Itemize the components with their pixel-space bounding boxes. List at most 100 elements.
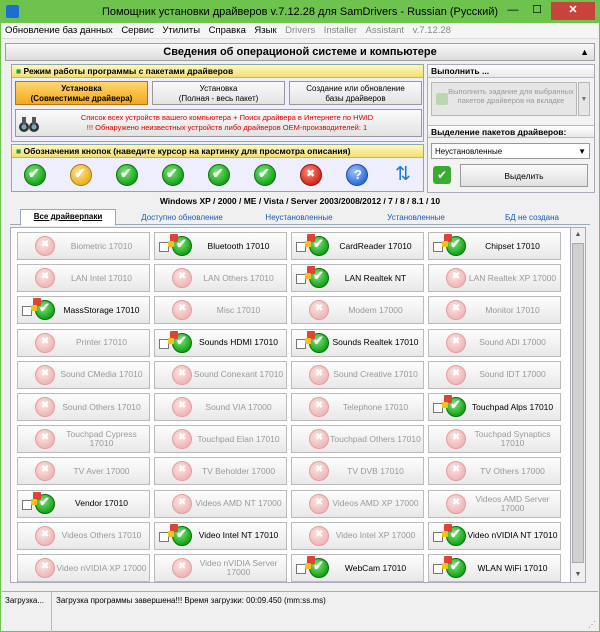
driver-pack-item[interactable]: Monitor 17010 (428, 296, 561, 325)
driver-pack-item[interactable]: LAN Others 17010 (154, 264, 287, 293)
device-list-text: Список всех устройств вашего компьютера … (80, 113, 374, 122)
title-bar[interactable]: Помощник установки драйверов v.7.12.28 д… (1, 1, 599, 23)
driver-pack-item[interactable]: Sound VIA 17000 (154, 393, 287, 421)
collapse-icon[interactable]: ▲ (580, 44, 589, 61)
install-compatible-button[interactable]: Установка (Совместимые драйвера) (15, 81, 148, 105)
driver-pack-item[interactable]: LAN Realtek XP 17000 (428, 264, 561, 293)
tab-not-installed[interactable]: Неустановленные (243, 210, 355, 225)
not-installed-x-icon (172, 300, 192, 321)
driver-pack-item[interactable]: Sound Others 17010 (17, 393, 150, 421)
driver-pack-item[interactable]: Sound Creative 17010 (291, 360, 424, 389)
driver-pack-item[interactable]: Vendor 17010 (17, 489, 150, 518)
driver-pack-item[interactable]: Sounds Realtek 17010 (291, 328, 424, 357)
tab-no-db[interactable]: БД не создана (477, 210, 587, 225)
driver-pack-item[interactable]: Sound ADI 17000 (428, 328, 561, 357)
scroll-up-icon[interactable]: ▲ (571, 228, 585, 242)
update-star-icon (168, 530, 174, 537)
scroll-thumb[interactable] (572, 243, 584, 563)
driver-pack-item[interactable]: Misc 17010 (154, 296, 287, 325)
driver-pack-label: Printer 17010 (75, 337, 128, 348)
driver-pack-item[interactable]: Printer 17010 (17, 328, 150, 357)
driver-pack-item[interactable]: Telephone 17010 (291, 393, 424, 421)
device-list-button[interactable]: Список всех устройств вашего компьютера … (15, 109, 422, 137)
driver-pack-item[interactable]: Sound Conexant 17010 (154, 360, 287, 389)
menu-utilities[interactable]: Утилиты (159, 23, 203, 36)
not-installed-x-icon (446, 268, 466, 289)
driver-pack-label: Touchpad Elan 17010 (197, 433, 280, 444)
driver-pack-item[interactable]: TV DVB 17010 (291, 457, 424, 486)
legend-not-installed-icon[interactable] (300, 164, 322, 186)
menu-drivers: Drivers (285, 25, 316, 36)
driver-pack-item[interactable]: Video nVIDIA Server 17000 (154, 554, 287, 582)
legend-warning-icon[interactable] (70, 164, 92, 186)
driver-pack-item[interactable]: Chipset 17010 (428, 232, 561, 260)
not-installed-x-icon (446, 364, 466, 385)
execute-button[interactable]: Выполнить задание для выбранных пакетов … (431, 82, 577, 116)
app-window: Помощник установки драйверов v.7.12.28 д… (0, 0, 600, 632)
driver-pack-item[interactable]: Video nVIDIA NT 17010 (428, 521, 561, 550)
driver-pack-item[interactable]: WLAN WiFi 17010 (428, 554, 561, 582)
system-info-header[interactable]: Сведения об операционой системе и компью… (5, 43, 595, 61)
legend-compatible-icon[interactable] (254, 164, 276, 186)
status-left: Загрузка... (2, 592, 52, 632)
install-full-button[interactable]: Установка (Полная - весь пакет) (152, 81, 285, 105)
menu-language[interactable]: Язык (251, 23, 279, 36)
close-button[interactable]: ✕ (551, 2, 595, 20)
legend-new-icon[interactable] (162, 164, 184, 186)
driver-pack-item[interactable]: Touchpad Elan 17010 (154, 425, 287, 454)
grid-scrollbar[interactable]: ▲ ▼ (570, 227, 586, 583)
menu-update-db[interactable]: Обновление баз данных (2, 23, 116, 36)
driver-pack-item[interactable]: Sound CMedia 17010 (17, 360, 150, 389)
driver-pack-item[interactable]: Video Intel XP 17000 (291, 521, 424, 550)
driver-pack-label: CardReader 17010 (339, 240, 412, 251)
tab-update-available[interactable]: Доступно обновление (126, 210, 238, 225)
driver-pack-item[interactable]: Video Intel NT 17010 (154, 521, 287, 550)
legend-refresh-icon[interactable]: ⇅ (392, 164, 414, 186)
driver-pack-item[interactable]: Sounds HDMI 17010 (154, 328, 287, 357)
menu-assistant: Assistant (365, 25, 405, 36)
legend-unknown-icon[interactable] (346, 164, 368, 186)
driver-pack-item[interactable]: LAN Intel 17010 (17, 264, 150, 293)
driver-pack-item[interactable]: CardReader 17010 (291, 232, 424, 260)
execute-dropdown[interactable]: ▼ (578, 82, 590, 116)
legend-update-icon[interactable] (116, 164, 138, 186)
tab-all[interactable]: Все драйверпаки (20, 209, 116, 226)
resize-grip-icon[interactable]: ⋰ (588, 620, 596, 629)
driver-pack-item[interactable]: MassStorage 17010 (17, 296, 150, 325)
select-button[interactable]: ✔ Выделить (433, 164, 588, 187)
tab-installed[interactable]: Установленные (360, 210, 472, 225)
driver-pack-item[interactable]: Video nVIDIA XP 17000 (17, 554, 150, 582)
driver-pack-item[interactable]: Touchpad Synaptics 17010 (428, 425, 561, 454)
driver-pack-item[interactable]: TV Beholder 17000 (154, 457, 287, 486)
update-star-icon (442, 241, 448, 247)
scroll-down-icon[interactable]: ▼ (571, 568, 585, 582)
menu-service[interactable]: Сервис (118, 23, 157, 36)
minimize-button[interactable]: — (501, 2, 525, 20)
menu-bar: Обновление баз данных Сервис Утилиты Спр… (2, 23, 598, 39)
driver-pack-label: Videos Others 17010 (61, 530, 142, 541)
driver-pack-item[interactable]: Touchpad Others 17010 (291, 425, 424, 454)
legend-older-icon[interactable] (208, 164, 230, 186)
not-installed-x-icon (309, 461, 329, 482)
driver-pack-item[interactable]: Touchpad Cypress 17010 (17, 425, 150, 454)
driver-pack-item[interactable]: Sound IDT 17000 (428, 360, 561, 389)
driver-pack-item[interactable]: TV Others 17000 (428, 457, 561, 486)
maximize-button[interactable]: ☐ (525, 2, 549, 20)
driver-pack-label: LAN Others 17010 (203, 272, 274, 283)
create-db-button[interactable]: Создание или обновление базы драйверов (289, 81, 422, 105)
driver-pack-item[interactable]: Videos Others 17010 (17, 521, 150, 550)
legend-installed-icon[interactable] (24, 164, 46, 186)
menu-help[interactable]: Справка (206, 23, 249, 36)
driver-pack-item[interactable]: Touchpad Alps 17010 (428, 393, 561, 421)
driver-pack-item[interactable]: Bluetooth 17010 (154, 232, 287, 260)
not-installed-x-icon (172, 493, 192, 514)
driver-pack-item[interactable]: WebCam 17010 (291, 554, 424, 582)
driver-pack-item[interactable]: Videos AMD XP 17000 (291, 489, 424, 518)
driver-pack-item[interactable]: LAN Realtek NT (291, 264, 424, 293)
driver-pack-item[interactable]: Videos AMD NT 17000 (154, 489, 287, 518)
driver-pack-item[interactable]: Videos AMD Server 17000 (428, 489, 561, 518)
driver-pack-item[interactable]: Modem 17000 (291, 296, 424, 325)
driver-pack-item[interactable]: Biometric 17010 (17, 232, 150, 260)
driver-pack-item[interactable]: TV Aver 17000 (17, 457, 150, 486)
selection-dropdown[interactable]: Неустановленные ▼ (431, 143, 590, 159)
